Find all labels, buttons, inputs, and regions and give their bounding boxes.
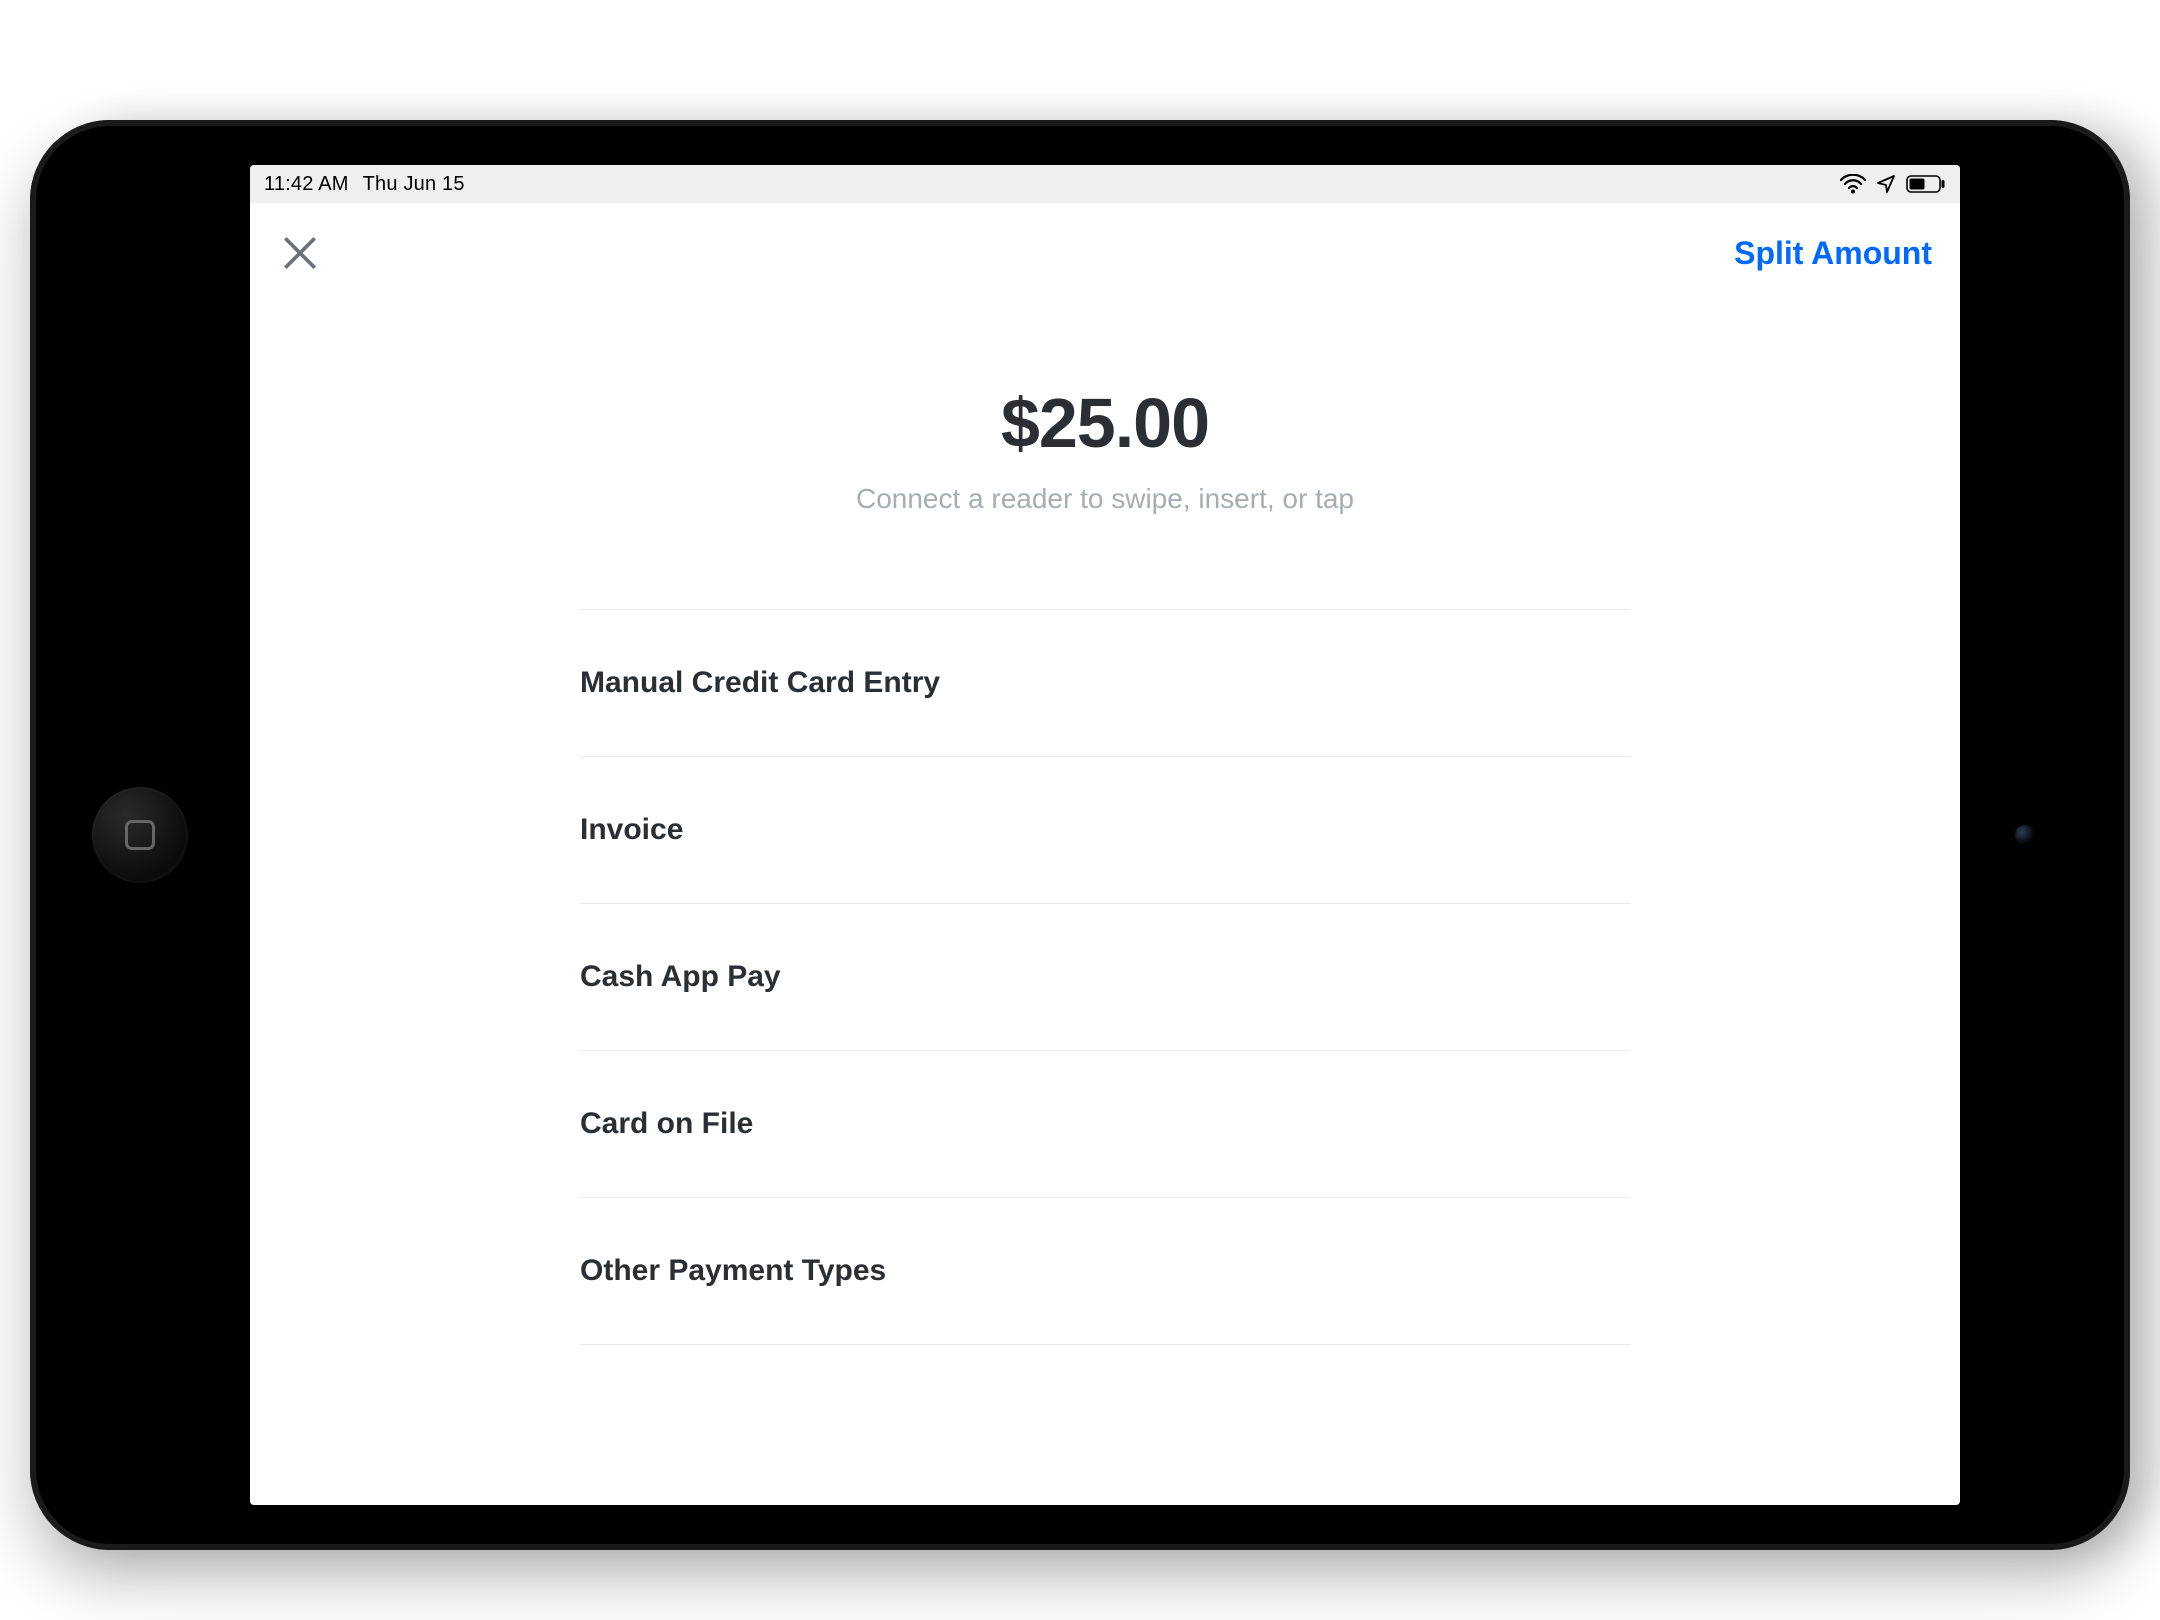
option-invoice[interactable]: Invoice [580, 756, 1630, 904]
amount-display: $25.00 [250, 383, 1960, 463]
nav-bar: Split Amount [250, 203, 1960, 303]
reader-hint: Connect a reader to swipe, insert, or ta… [250, 483, 1960, 515]
option-label: Other Payment Types [580, 1254, 886, 1288]
option-label: Invoice [580, 813, 683, 847]
location-icon [1876, 174, 1896, 194]
battery-icon [1906, 175, 1946, 193]
status-date: Thu Jun 15 [363, 173, 465, 196]
status-time: 11:42 AM [264, 173, 349, 196]
payment-options-list: Manual Credit Card Entry Invoice Cash Ap… [580, 609, 1630, 1345]
option-label: Manual Credit Card Entry [580, 666, 940, 700]
option-card-on-file[interactable]: Card on File [580, 1050, 1630, 1198]
front-camera [2015, 825, 2035, 845]
home-button[interactable] [92, 787, 188, 883]
content: $25.00 Connect a reader to swipe, insert… [250, 303, 1960, 1505]
option-label: Cash App Pay [580, 960, 781, 994]
option-cash-app-pay[interactable]: Cash App Pay [580, 903, 1630, 1051]
close-icon [278, 231, 322, 275]
status-bar: 11:42 AM Thu Jun 15 [250, 165, 1960, 203]
wifi-icon [1840, 174, 1866, 194]
close-button[interactable] [278, 231, 322, 275]
home-icon [125, 820, 155, 850]
option-manual-card-entry[interactable]: Manual Credit Card Entry [580, 609, 1630, 757]
option-other-payment-types[interactable]: Other Payment Types [580, 1197, 1630, 1345]
screen: 11:42 AM Thu Jun 15 [250, 165, 1960, 1505]
option-label: Card on File [580, 1107, 753, 1141]
tablet-frame: 11:42 AM Thu Jun 15 [30, 120, 2130, 1550]
split-amount-button[interactable]: Split Amount [1734, 235, 1932, 272]
